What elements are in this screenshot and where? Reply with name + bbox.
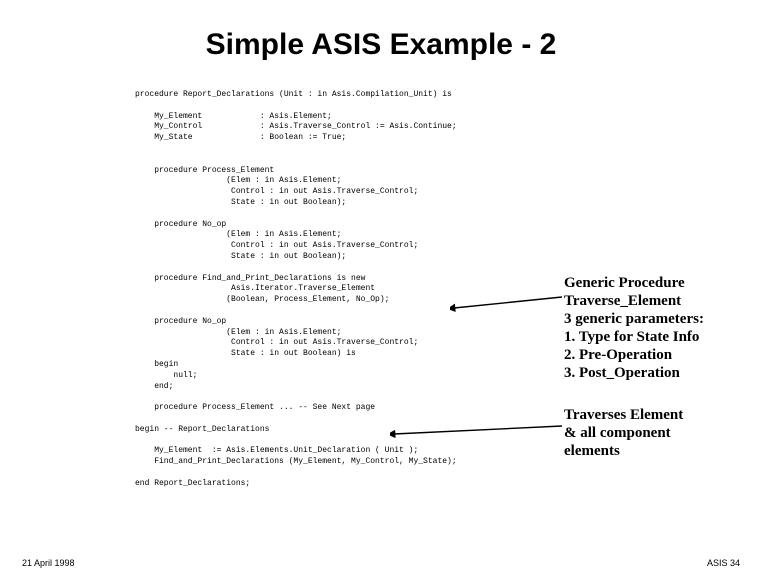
annotation-line: Traverse_Element <box>564 293 681 309</box>
slide: Simple ASIS Example - 2 procedure Report… <box>0 0 762 588</box>
annotation-line: Generic Procedure <box>564 275 685 291</box>
annotation-generic-procedure: Generic Procedure Traverse_Element 3 gen… <box>564 274 754 382</box>
annotation-line: 3. Post_Operation <box>564 365 680 381</box>
annotation-traverses-element: Traverses Element & all component elemen… <box>564 406 754 460</box>
annotation-line: 1. Type for State Info <box>564 329 699 345</box>
annotation-line: 2. Pre-Operation <box>564 347 672 363</box>
annotation-line: 3 generic parameters: <box>564 311 704 327</box>
annotation-line: Traverses Element <box>564 407 683 423</box>
slide-title: Simple ASIS Example - 2 <box>0 28 762 62</box>
annotation-line: & all component <box>564 425 671 441</box>
footer-date: 21 April 1998 <box>22 558 75 568</box>
footer-page: ASIS 34 <box>707 558 740 568</box>
annotation-line: elements <box>564 443 620 459</box>
